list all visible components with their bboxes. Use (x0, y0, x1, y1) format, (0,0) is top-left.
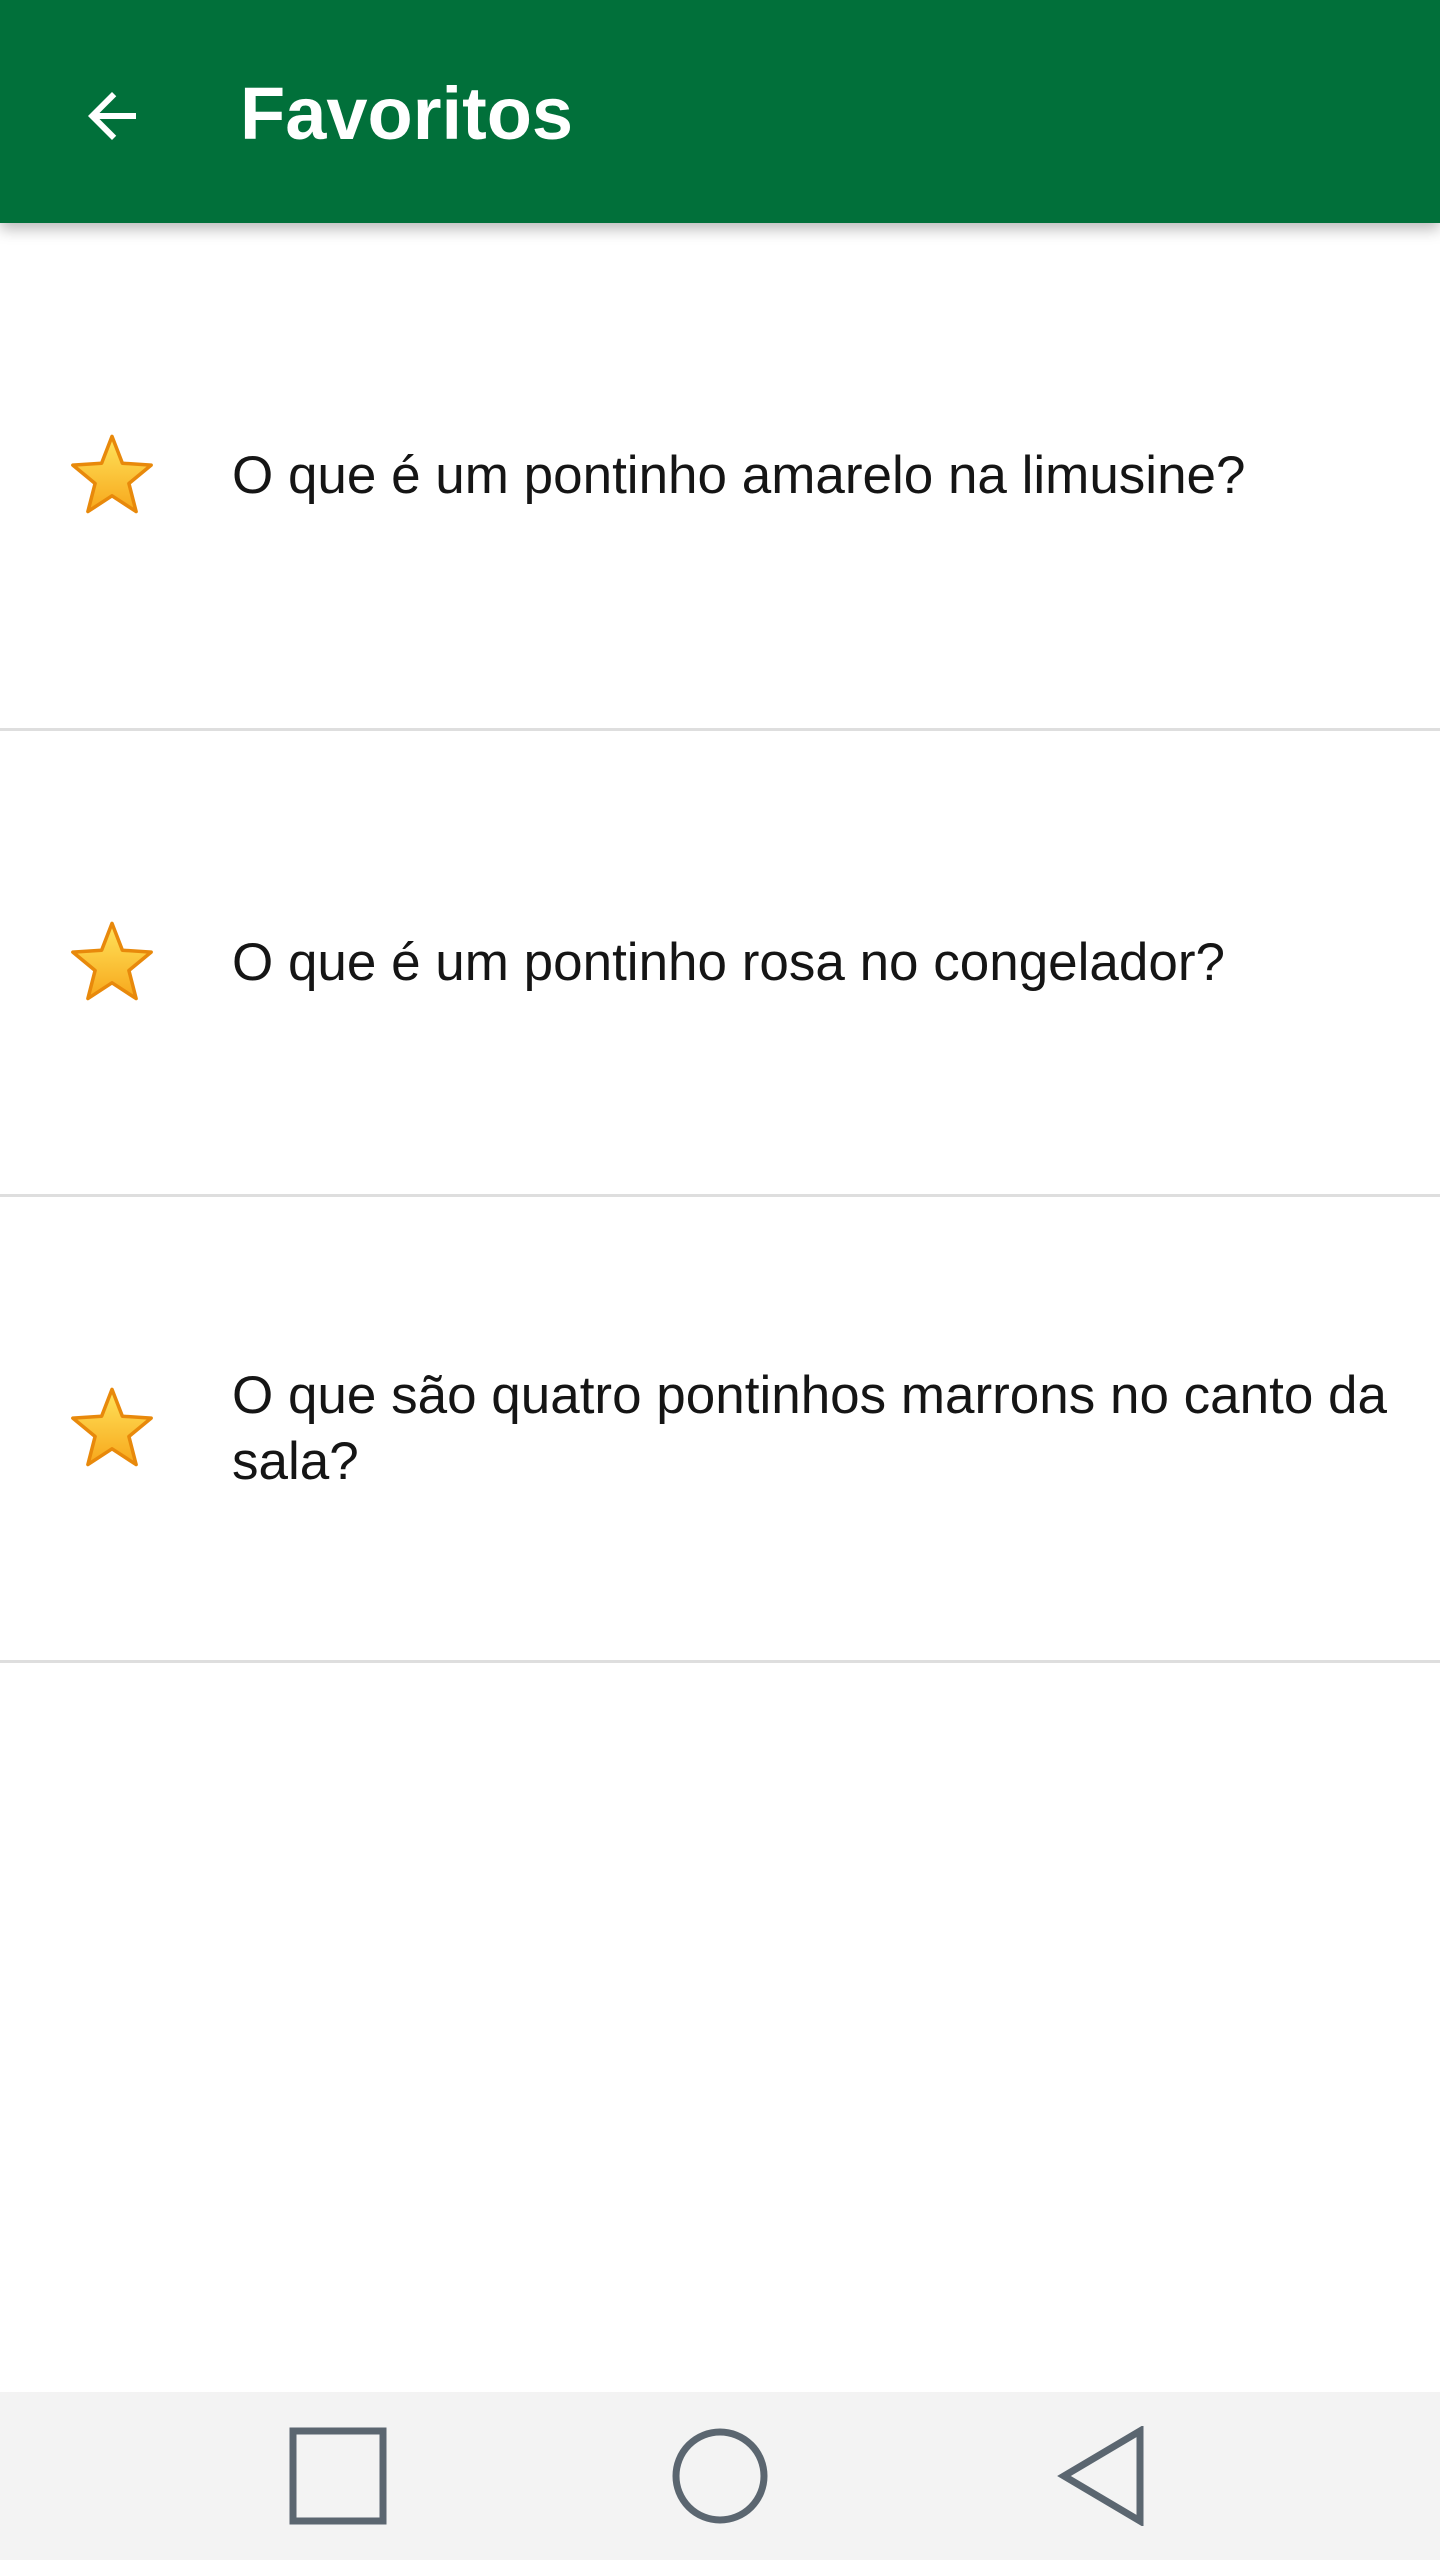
favorite-item-text: O que são quatro pontinhos marrons no ca… (232, 1365, 1387, 1491)
star-icon (68, 1385, 156, 1473)
nav-back-button[interactable] (1042, 2416, 1162, 2536)
favorite-item-text: O que é um pontinho amarelo na limusine? (232, 445, 1246, 505)
app-screen: Favoritos O que é um pontinho amarelo na… (0, 0, 1440, 2560)
favorites-list: O que é um pontinho amarelo na limusine?… (0, 223, 1440, 1663)
favorite-item[interactable]: O que são quatro pontinhos marrons no ca… (0, 1197, 1440, 1663)
back-button[interactable] (62, 66, 162, 166)
arrow-left-icon (88, 92, 136, 140)
favorite-item-text: O que é um pontinho rosa no congelador? (232, 932, 1225, 992)
recents-square-icon (289, 2427, 387, 2525)
star-icon (68, 919, 156, 1007)
page-title: Favoritos (240, 72, 574, 155)
favorite-item[interactable]: O que é um pontinho rosa no congelador? (0, 731, 1440, 1197)
home-button[interactable] (660, 2416, 780, 2536)
system-navigation-bar (0, 2392, 1440, 2560)
favorite-item[interactable]: O que é um pontinho amarelo na limusine? (0, 223, 1440, 731)
home-circle-icon (672, 2428, 768, 2524)
recents-button[interactable] (278, 2416, 398, 2536)
app-toolbar: Favoritos (0, 0, 1440, 223)
back-triangle-icon (1057, 2426, 1144, 2526)
star-icon (68, 432, 156, 520)
